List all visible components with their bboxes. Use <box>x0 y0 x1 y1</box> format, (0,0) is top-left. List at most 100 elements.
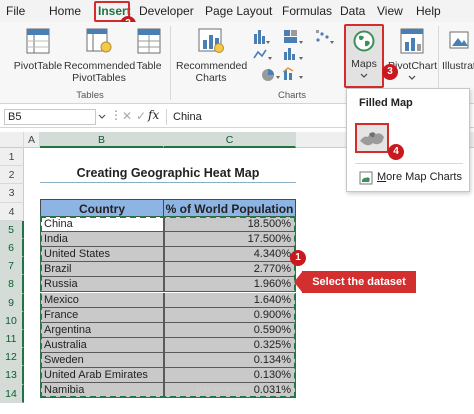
cell-country[interactable]: Namibia <box>40 383 164 399</box>
cell-country[interactable]: France <box>40 307 164 323</box>
step-badge-3: 3 <box>382 64 398 80</box>
group-label-charts: Charts <box>278 90 306 101</box>
pivotchart-button[interactable]: PivotChart <box>388 26 437 88</box>
more-map-charts-underline: M <box>377 171 387 183</box>
recommended-pivottables-label-line2: PivotTables <box>72 72 126 84</box>
row-header-7[interactable]: 7 <box>0 257 24 276</box>
ribbon-divider <box>170 26 171 100</box>
cell-country[interactable]: Russia <box>40 277 164 293</box>
scatter-chart-icon <box>316 30 329 42</box>
row-header-9[interactable]: 9 <box>0 293 24 312</box>
group-label-tables: Tables <box>76 90 104 101</box>
menu-file[interactable]: File <box>6 2 25 20</box>
cell-country[interactable]: Argentina <box>40 322 164 338</box>
pivotchart-icon <box>400 28 424 54</box>
row-header-6[interactable]: 6 <box>0 239 24 258</box>
row-header-8[interactable]: 8 <box>0 275 24 294</box>
step-badge-1: 1 <box>290 250 306 266</box>
cell-population[interactable]: 0.325% <box>164 337 296 353</box>
maps-dropdown: Filled Map More Map Charts <box>346 88 470 192</box>
row-header-2[interactable]: 2 <box>0 166 24 185</box>
row-header-5[interactable]: 5 <box>0 220 24 239</box>
row-header-11[interactable]: 11 <box>0 330 24 349</box>
more-map-charts-icon <box>359 171 373 185</box>
hierarchy-chart-icon <box>284 30 297 43</box>
title-underline <box>40 182 296 183</box>
cell-country[interactable]: Sweden <box>40 352 164 368</box>
column-header-b[interactable]: B <box>40 132 164 148</box>
cell-country[interactable]: China <box>40 217 164 233</box>
row-header-10[interactable]: 10 <box>0 311 24 330</box>
row-header-13[interactable]: 13 <box>0 366 24 385</box>
cell-country[interactable]: Australia <box>40 337 164 353</box>
cell-population[interactable]: 1.640% <box>164 292 296 308</box>
row-header-1[interactable]: 1 <box>0 148 24 167</box>
row-header-3[interactable]: 3 <box>0 184 24 203</box>
recommended-charts-button[interactable]: Recommended Charts <box>176 26 248 88</box>
table-icon <box>137 28 161 54</box>
menu-view[interactable]: View <box>377 2 403 20</box>
cell-country[interactable]: Mexico <box>40 292 164 308</box>
cell-population[interactable]: 0.590% <box>164 322 296 338</box>
select-all-corner[interactable] <box>0 132 24 148</box>
enter-icon[interactable]: ✓ <box>136 109 146 123</box>
table-button[interactable]: Table <box>134 26 164 88</box>
recommended-pivottables-icon <box>86 28 112 53</box>
chevron-down-icon <box>408 75 416 80</box>
cell-population[interactable]: 2.770% <box>164 262 296 278</box>
chart-types-grid[interactable] <box>252 28 336 88</box>
more-map-charts-link[interactable]: More Map Charts <box>377 171 462 183</box>
cell-country[interactable]: United Arab Emirates <box>40 368 164 384</box>
cell-country[interactable]: United States <box>40 247 164 263</box>
menu-bar: File Home Insert Developer Page Layout F… <box>0 0 474 22</box>
annotation-select-dataset: Select the dataset <box>302 271 416 293</box>
cell-country[interactable]: India <box>40 232 164 248</box>
pivottable-button[interactable]: PivotTable <box>12 26 64 88</box>
cell-population[interactable]: 0.134% <box>164 352 296 368</box>
column-header-c[interactable]: C <box>164 132 296 148</box>
pivottable-icon <box>26 28 50 54</box>
combo-chart-icon <box>282 67 294 80</box>
recommended-charts-icon <box>198 28 224 53</box>
name-box[interactable]: B5 <box>4 109 96 125</box>
recommended-pivottables-label-line1: Recommended <box>64 60 136 72</box>
sheet-title[interactable]: Creating Geographic Heat Map <box>40 163 296 183</box>
menu-help[interactable]: Help <box>416 2 441 20</box>
header-population[interactable]: % of World Population <box>164 199 296 217</box>
menu-formulas[interactable]: Formulas <box>282 2 332 20</box>
menu-page-layout[interactable]: Page Layout <box>205 2 272 20</box>
column-chart-icon <box>254 30 265 44</box>
cell-population[interactable]: 17.500% <box>164 232 296 248</box>
statistic-chart-icon <box>284 48 295 60</box>
cell-population[interactable]: 0.900% <box>164 307 296 323</box>
maps-highlight-box <box>344 24 384 88</box>
illustrations-button[interactable]: Illustrati <box>440 26 474 88</box>
cell-country[interactable]: Brazil <box>40 262 164 278</box>
cell-population[interactable]: 1.960% <box>164 277 296 293</box>
row-header-4[interactable]: 4 <box>0 202 24 221</box>
insert-function-icon[interactable]: fx <box>148 108 159 122</box>
filled-map-heading: Filled Map <box>359 97 413 109</box>
line-chart-icon <box>253 49 267 59</box>
column-header-a[interactable]: A <box>24 132 40 148</box>
recommended-charts-label-line1: Recommended <box>176 60 248 72</box>
pie-chart-icon <box>262 69 274 81</box>
filled-map-option[interactable] <box>355 123 389 153</box>
name-box-dropdown-icon[interactable] <box>98 113 106 121</box>
watermark: exceldemy <box>196 384 249 396</box>
cell-population[interactable]: 4.340% <box>164 247 296 263</box>
menu-home[interactable]: Home <box>49 2 81 20</box>
recommended-pivottables-button[interactable]: Recommended PivotTables <box>64 26 136 88</box>
cell-population[interactable]: 0.130% <box>164 368 296 384</box>
recommended-charts-label-line2: Charts <box>195 72 227 84</box>
header-country[interactable]: Country <box>40 199 164 217</box>
menu-developer[interactable]: Developer <box>139 2 194 20</box>
row-header-14[interactable]: 14 <box>0 384 24 403</box>
illustrations-icon <box>449 31 469 49</box>
cell-population[interactable]: 18.500% <box>164 217 296 233</box>
row-header-12[interactable]: 12 <box>0 348 24 367</box>
cancel-icon[interactable]: ✕ <box>122 109 132 123</box>
pivottable-label: PivotTable <box>13 60 63 72</box>
menu-data[interactable]: Data <box>340 2 365 20</box>
table-label: Table <box>136 60 162 72</box>
